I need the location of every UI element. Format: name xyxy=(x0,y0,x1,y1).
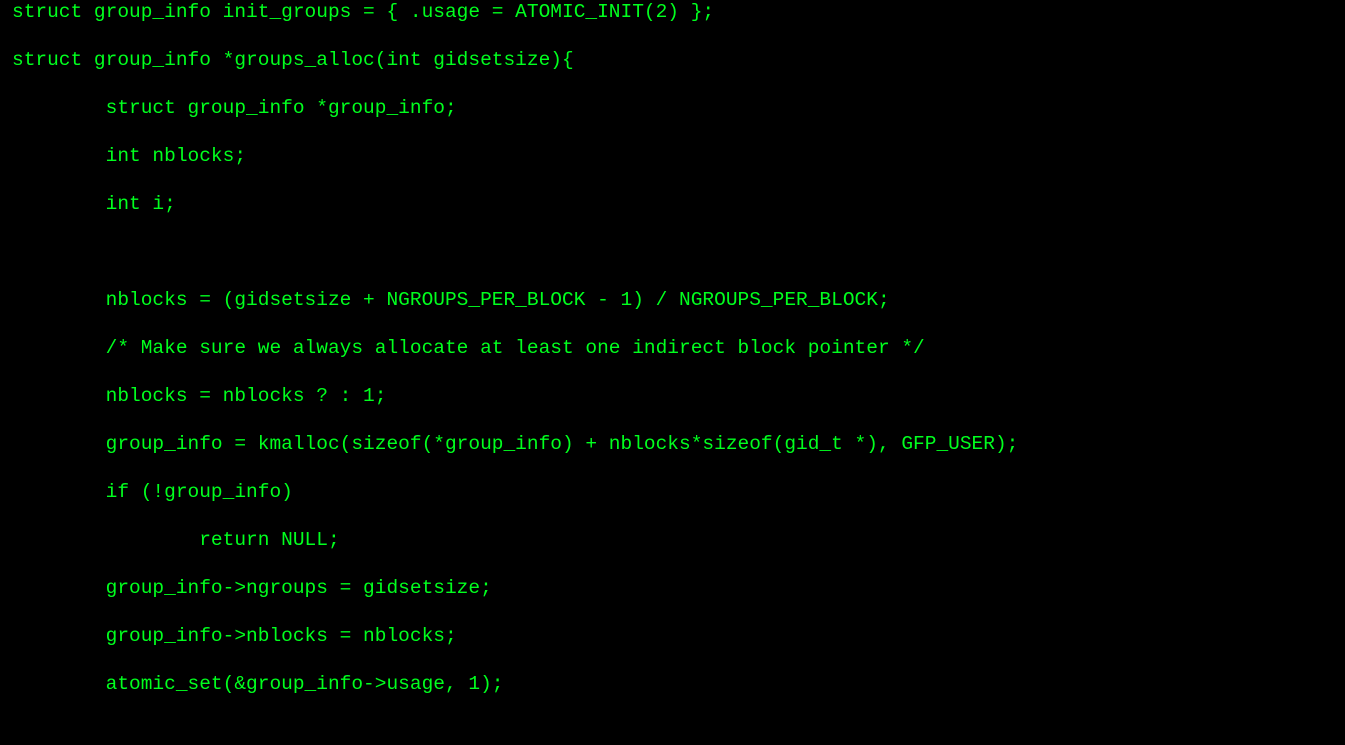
code-terminal: struct group_info init_groups = { .usage… xyxy=(0,0,1345,745)
code-line: struct group_info init_groups = { .usage… xyxy=(12,1,715,23)
code-line: nblocks = (gidsetsize + NGROUPS_PER_BLOC… xyxy=(12,289,890,311)
code-line: int i; xyxy=(12,193,176,215)
code-line: /* Make sure we always allocate at least… xyxy=(12,337,925,359)
code-line: return NULL; xyxy=(12,529,340,551)
code-line: group_info = kmalloc(sizeof(*group_info)… xyxy=(12,433,1019,455)
code-line: int nblocks; xyxy=(12,145,247,167)
code-line: struct group_info *groups_alloc(int gids… xyxy=(12,49,574,71)
code-line: atomic_set(&group_info->usage, 1); xyxy=(12,673,504,695)
code-line: group_info->ngroups = gidsetsize; xyxy=(12,577,492,599)
code-line: struct group_info *group_info; xyxy=(12,97,457,119)
code-line: group_info->nblocks = nblocks; xyxy=(12,625,457,647)
code-line: if (!group_info) xyxy=(12,481,293,503)
code-line: nblocks = nblocks ? : 1; xyxy=(12,385,387,407)
